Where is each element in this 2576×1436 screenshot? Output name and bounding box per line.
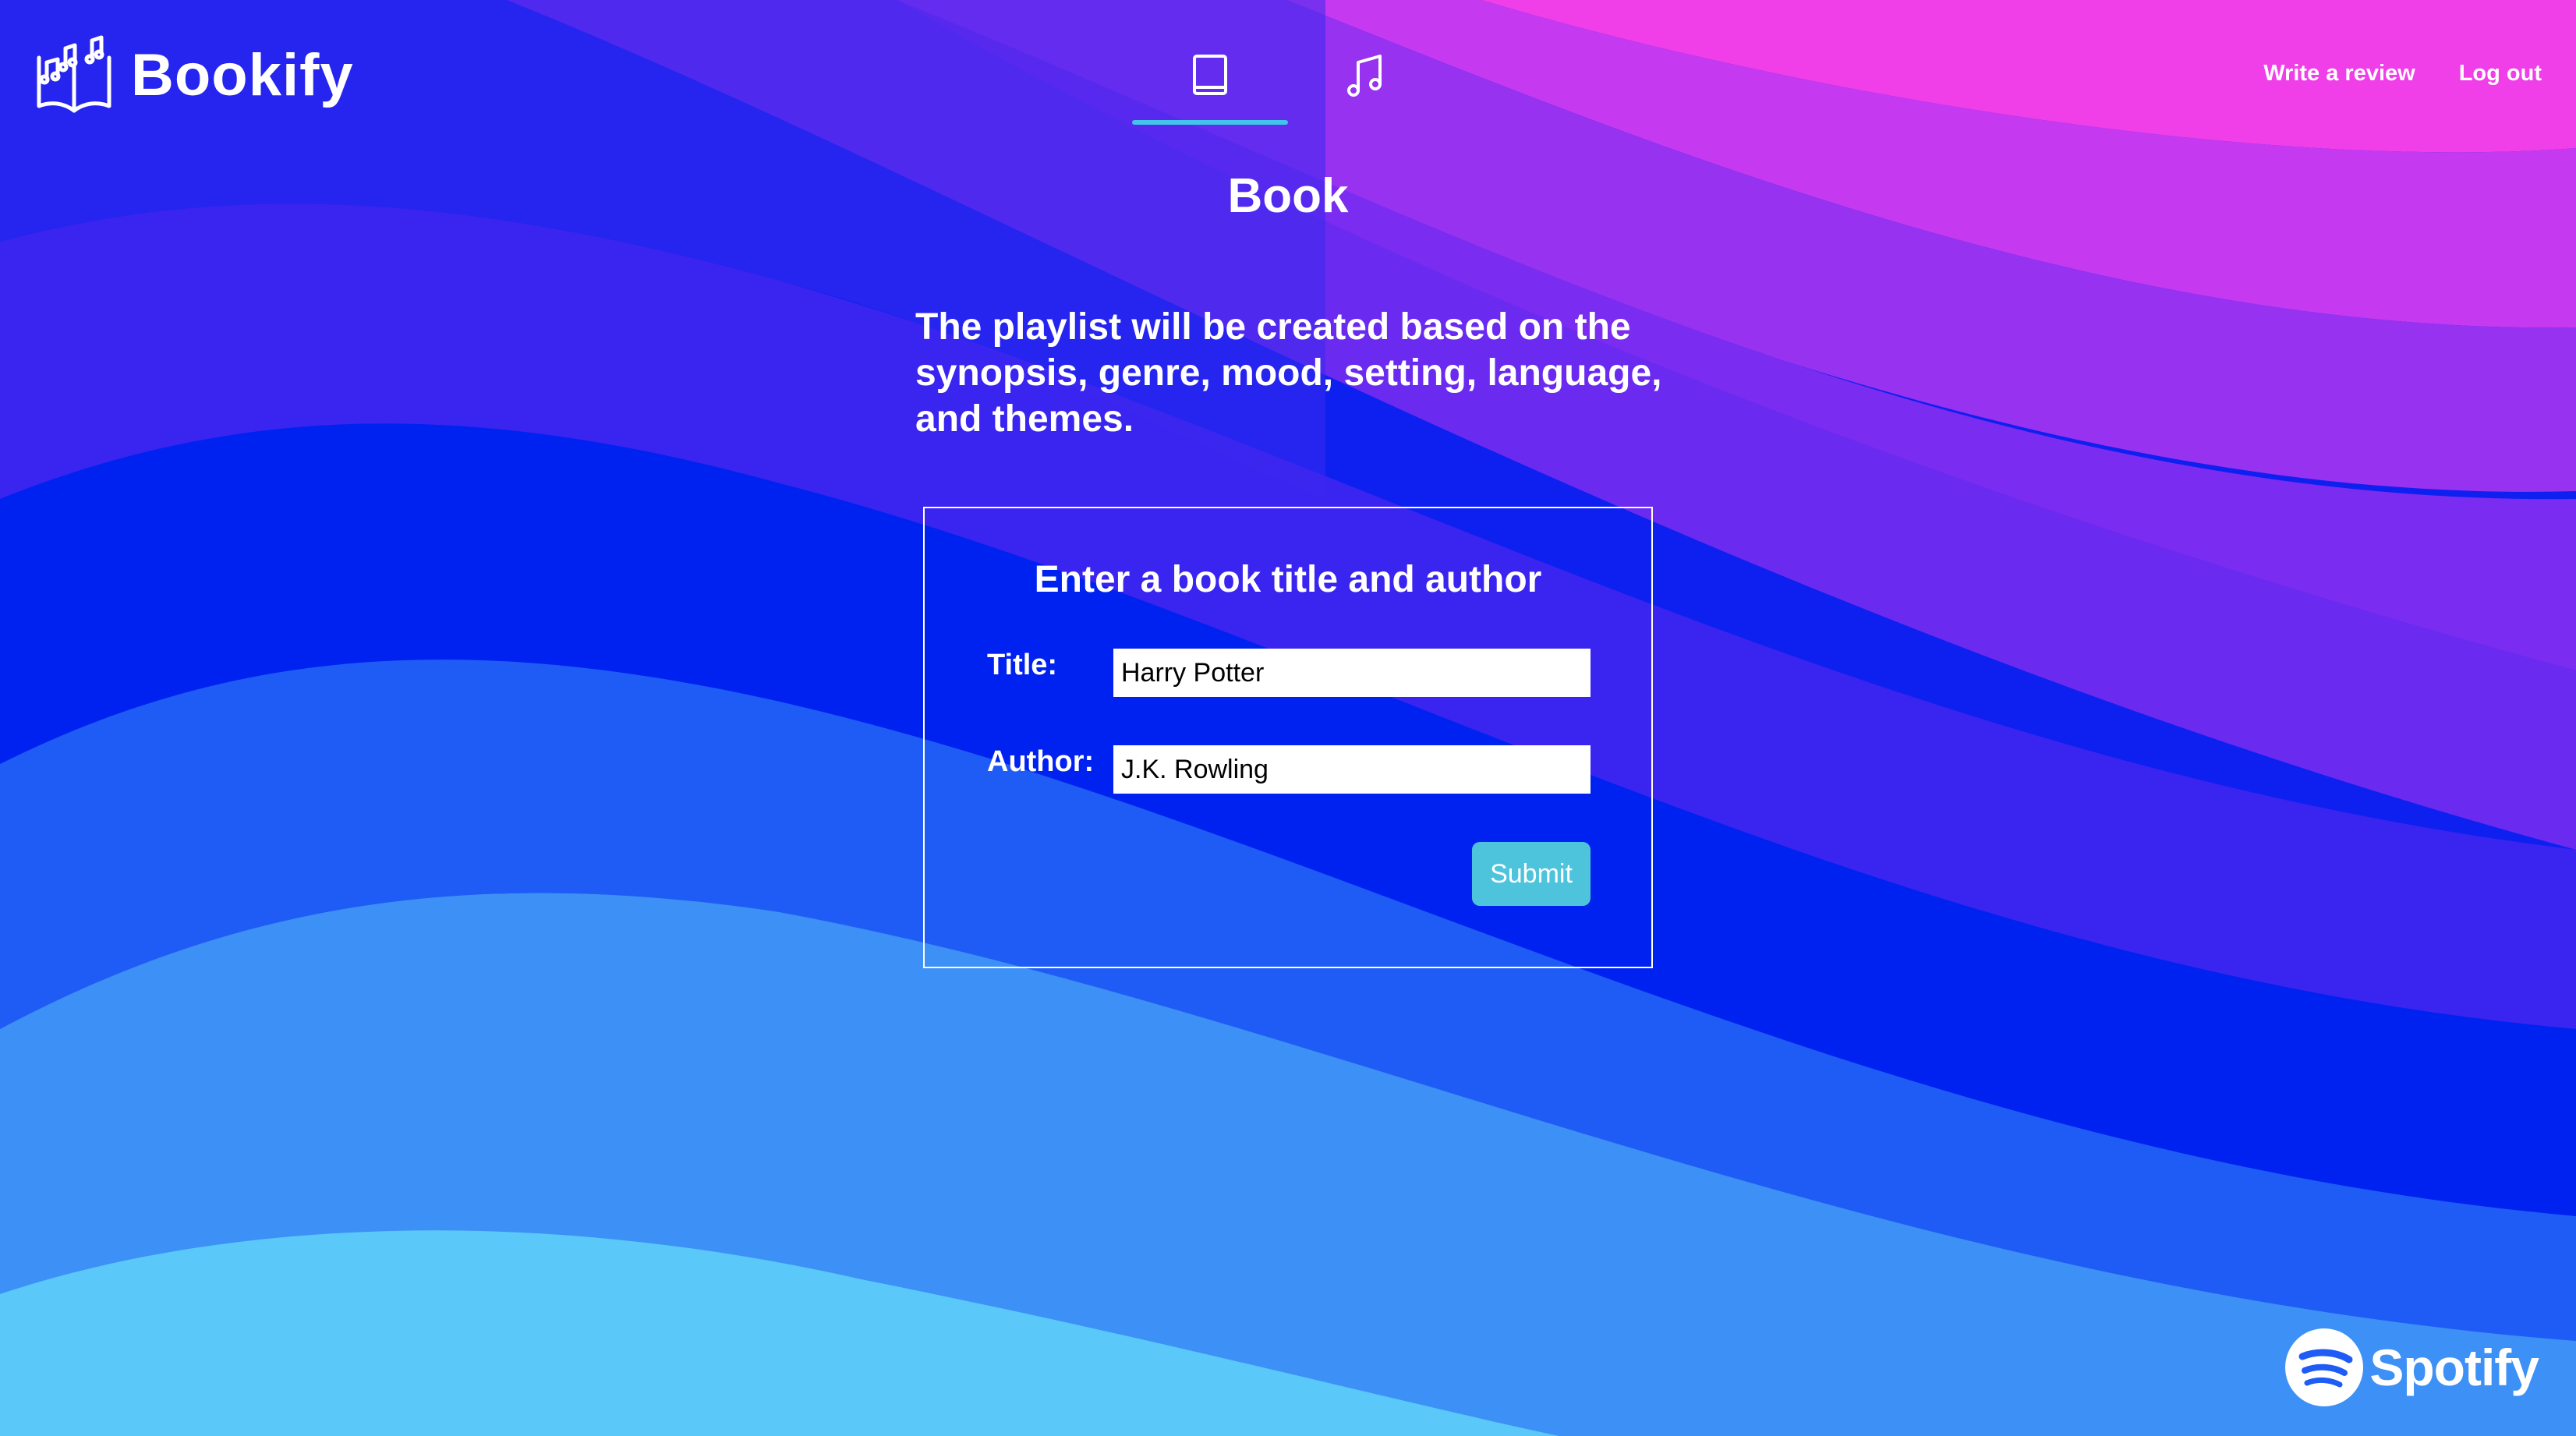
title-label: Title: <box>987 649 1058 681</box>
playlist-description: The playlist will be created based on th… <box>915 306 1662 440</box>
submit-button[interactable]: Submit <box>1472 842 1591 906</box>
write-review-link[interactable]: Write a review <box>2263 61 2415 87</box>
app-title: Bookify <box>131 41 354 108</box>
header-links: Write a review Log out <box>2263 61 2542 87</box>
spotify-wordmark: Spotify <box>2369 1339 2539 1396</box>
log-out-link[interactable]: Log out <box>2459 61 2542 87</box>
tab-book[interactable] <box>1132 44 1288 125</box>
music-note-icon <box>1347 55 1382 97</box>
tab-music[interactable] <box>1288 44 1444 123</box>
page-title: Book <box>1227 169 1349 223</box>
mode-tabs <box>1132 44 1444 125</box>
spotify-icon <box>2285 1328 2364 1406</box>
form-heading: Enter a book title and author <box>1034 559 1542 600</box>
spotify-logo: Spotify <box>2285 1328 2539 1406</box>
book-music-icon <box>37 35 111 113</box>
book-icon <box>1193 55 1227 95</box>
book-search-form: Enter a book title and author Title: Aut… <box>923 507 1653 968</box>
author-label: Author: <box>987 745 1095 778</box>
author-input[interactable] <box>1113 745 1591 794</box>
title-input[interactable] <box>1113 649 1591 697</box>
brand-logo[interactable]: Bookify <box>34 34 354 115</box>
